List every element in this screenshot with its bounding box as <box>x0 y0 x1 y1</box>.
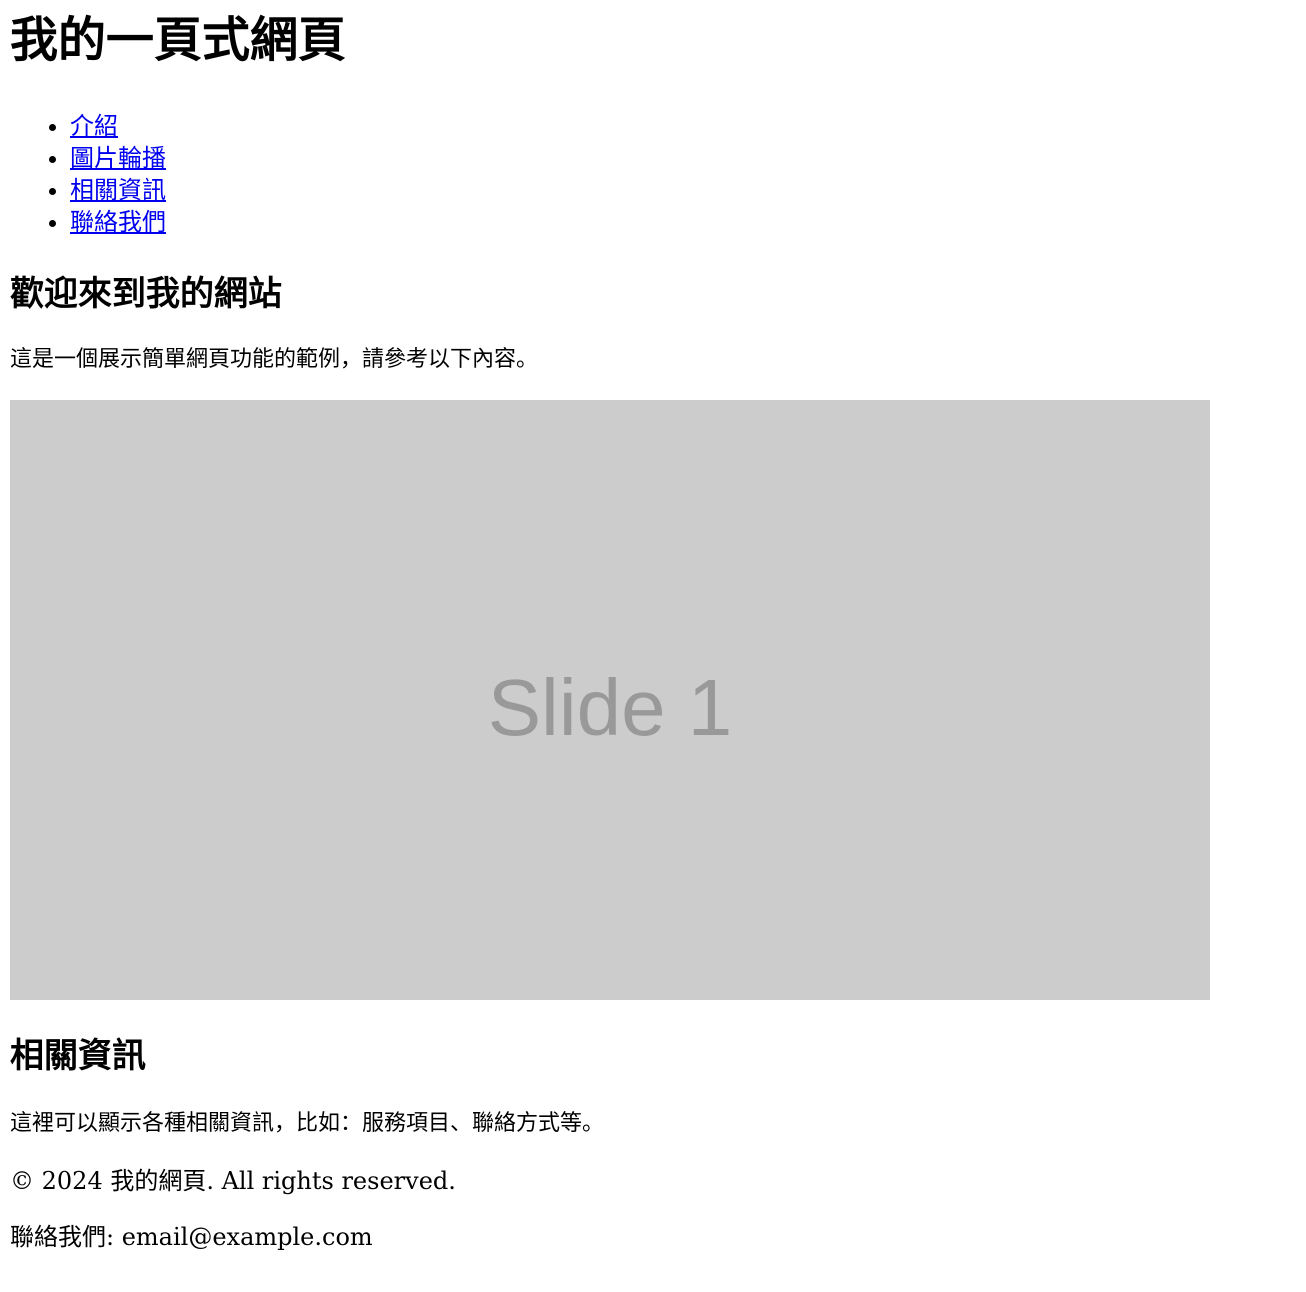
main-nav: 介紹 圖片輪播 相關資訊 聯絡我們 <box>10 110 1296 238</box>
slide-1[interactable]: Slide 1 <box>10 400 1210 1000</box>
page-title: 我的一頁式網頁 <box>10 12 347 68</box>
nav-item-info: 相關資訊 <box>70 174 1296 206</box>
slider-viewport[interactable]: Slide 1 <box>10 400 1210 1000</box>
nav-link-contact[interactable]: 聯絡我們 <box>70 208 166 236</box>
page-header: 我的一頁式網頁 <box>10 10 1296 70</box>
image-slider[interactable]: Slide 1 <box>10 400 1296 1000</box>
intro-text: 這是一個展示簡單網頁功能的範例，請參考以下內容。 <box>10 347 539 372</box>
info-heading: 相關資訊 <box>10 1036 146 1076</box>
intro-section: 歡迎來到我的網站 這是一個展示簡單網頁功能的範例，請參考以下內容。 <box>10 272 1296 374</box>
copyright-text: © 2024 我的網頁. All rights reserved. <box>10 1167 456 1195</box>
nav-link-intro[interactable]: 介紹 <box>70 112 118 140</box>
page-footer: © 2024 我的網頁. All rights reserved. 聯絡我們: … <box>10 1166 1296 1252</box>
nav-item-slider: 圖片輪播 <box>70 142 1296 174</box>
info-text: 這裡可以顯示各種相關資訊，比如：服務項目、聯絡方式等。 <box>10 1111 605 1136</box>
nav-list: 介紹 圖片輪播 相關資訊 聯絡我們 <box>10 110 1296 238</box>
intro-heading: 歡迎來到我的網站 <box>10 274 282 314</box>
nav-link-info[interactable]: 相關資訊 <box>70 176 166 204</box>
nav-item-intro: 介紹 <box>70 110 1296 142</box>
nav-link-slider[interactable]: 圖片輪播 <box>70 144 166 172</box>
info-section: 相關資訊 這裡可以顯示各種相關資訊，比如：服務項目、聯絡方式等。 <box>10 1034 1296 1138</box>
nav-item-contact: 聯絡我們 <box>70 206 1296 238</box>
contact-text: 聯絡我們: email@example.com <box>10 1223 373 1251</box>
slide-label: Slide 1 <box>487 663 733 752</box>
